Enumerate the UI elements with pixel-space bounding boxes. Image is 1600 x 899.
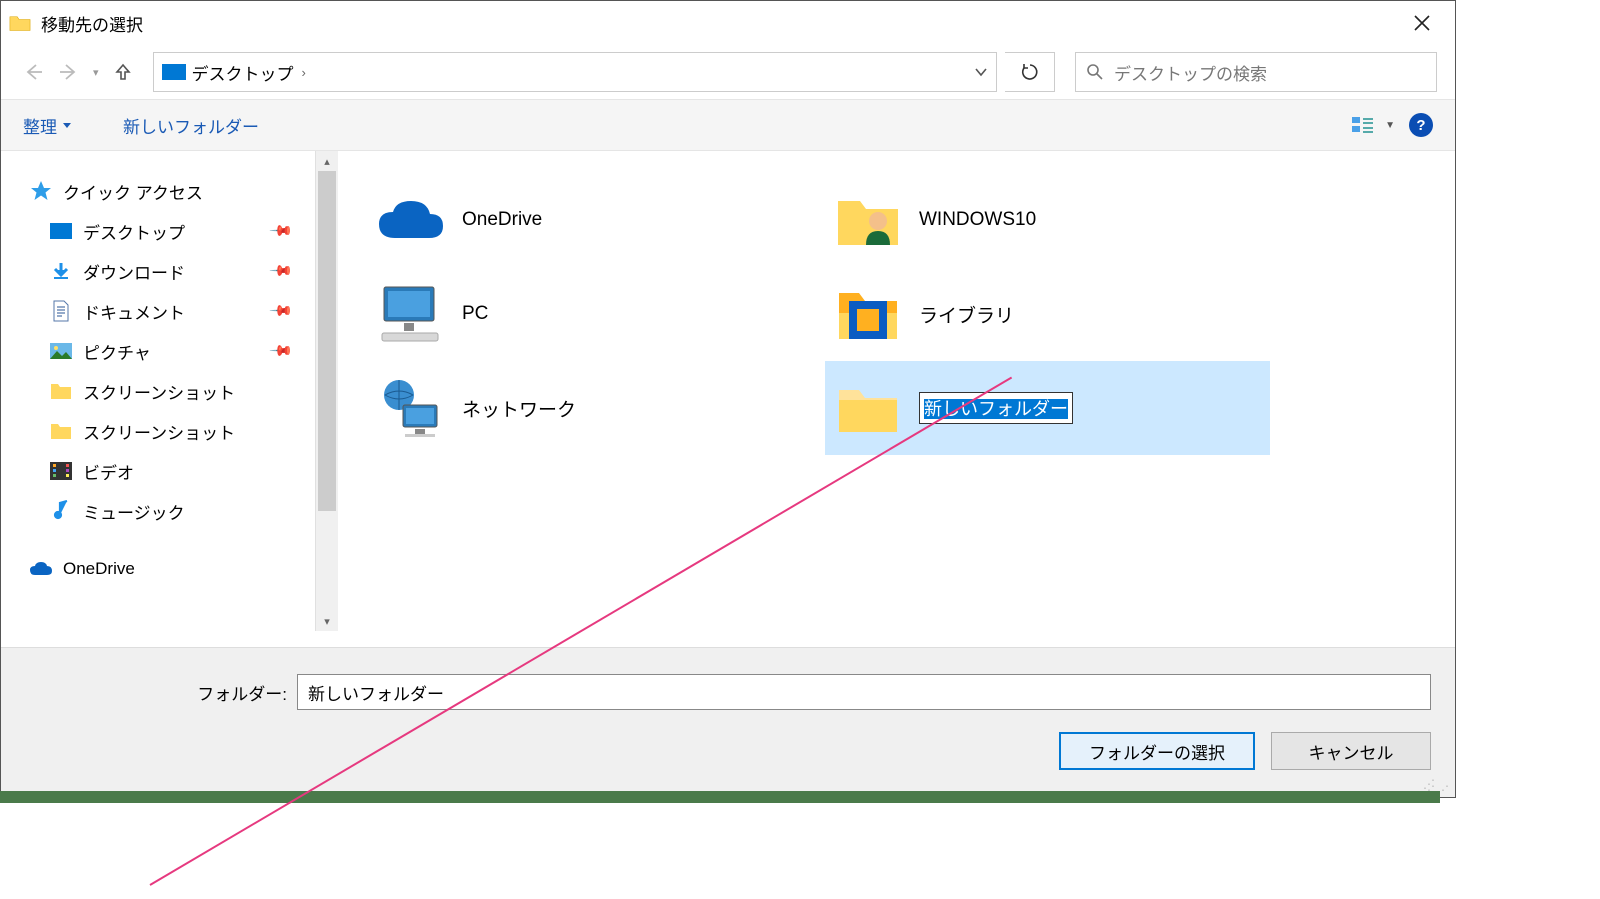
tile-pc[interactable]: PC bbox=[368, 267, 813, 361]
tree-item-screenshots-2[interactable]: スクリーンショット bbox=[29, 411, 309, 451]
network-icon bbox=[374, 376, 448, 440]
organize-button[interactable]: 整理 bbox=[23, 113, 71, 138]
tile-label: WINDOWS10 bbox=[919, 209, 1036, 231]
pictures-icon bbox=[49, 340, 73, 362]
tree-item-downloads[interactable]: ダウンロード 📌 bbox=[29, 251, 309, 291]
tile-onedrive[interactable]: OneDrive bbox=[368, 173, 813, 267]
pc-icon bbox=[374, 282, 448, 346]
folder-name-label: フォルダー: bbox=[25, 680, 297, 705]
pin-icon: 📌 bbox=[269, 298, 295, 324]
tile-user[interactable]: WINDOWS10 bbox=[825, 173, 1270, 267]
tile-label: PC bbox=[462, 303, 488, 325]
music-icon bbox=[49, 500, 73, 522]
up-button[interactable] bbox=[109, 58, 137, 86]
tree-label: ビデオ bbox=[83, 459, 134, 484]
bottom-panel: フォルダー: フォルダーの選択 キャンセル ⋰⋰⋰ bbox=[1, 647, 1455, 797]
close-button[interactable] bbox=[1397, 4, 1447, 42]
address-text: デスクトップ bbox=[192, 60, 294, 85]
chevron-right-icon: › bbox=[302, 65, 306, 80]
tree-item-videos[interactable]: ビデオ bbox=[29, 451, 309, 491]
search-icon bbox=[1086, 63, 1104, 81]
pin-icon: 📌 bbox=[269, 258, 295, 284]
tree-item-music[interactable]: ミュージック bbox=[29, 491, 309, 531]
forward-button[interactable] bbox=[55, 58, 83, 86]
pin-icon: 📌 bbox=[269, 218, 295, 244]
tree-item-documents[interactable]: ドキュメント 📌 bbox=[29, 291, 309, 331]
tree-quick-access[interactable]: クイック アクセス bbox=[29, 171, 309, 211]
tile-label: ライブラリ bbox=[919, 301, 1014, 328]
user-folder-icon bbox=[831, 188, 905, 252]
scroll-down-icon[interactable]: ▾ bbox=[316, 611, 338, 631]
tile-label: OneDrive bbox=[462, 209, 542, 231]
tile-libraries[interactable]: ライブラリ bbox=[825, 267, 1270, 361]
star-icon bbox=[29, 180, 53, 202]
tile-label: ネットワーク bbox=[462, 395, 576, 422]
tile-new-folder[interactable]: 新しいフォルダー bbox=[825, 361, 1270, 455]
tree-label: OneDrive bbox=[63, 559, 135, 579]
back-button[interactable] bbox=[19, 58, 47, 86]
nav-row: ▾ デスクトップ › デスクトップの検索 bbox=[1, 45, 1455, 99]
video-icon bbox=[49, 460, 73, 482]
libraries-icon bbox=[831, 282, 905, 346]
download-icon bbox=[49, 260, 73, 282]
rename-input[interactable]: 新しいフォルダー bbox=[919, 392, 1073, 424]
address-bar[interactable]: デスクトップ › bbox=[153, 52, 997, 92]
onedrive-icon bbox=[29, 558, 53, 580]
new-folder-button[interactable]: 新しいフォルダー bbox=[123, 113, 259, 138]
refresh-button[interactable] bbox=[1005, 52, 1055, 92]
view-options-button[interactable]: ▼ bbox=[1351, 115, 1395, 135]
folder-picker-dialog: 移動先の選択 ▾ デスクトップ › bbox=[0, 0, 1456, 798]
help-button[interactable]: ? bbox=[1409, 113, 1433, 137]
tree-label: デスクトップ bbox=[83, 219, 185, 244]
titlebar: 移動先の選択 bbox=[1, 1, 1455, 45]
tree-label: ピクチャ bbox=[83, 339, 151, 364]
recent-dropdown-icon[interactable]: ▾ bbox=[93, 66, 99, 79]
folder-icon bbox=[49, 380, 73, 402]
pin-icon: 📌 bbox=[269, 338, 295, 364]
annotation-bar bbox=[0, 791, 1440, 803]
address-expand-icon[interactable] bbox=[974, 65, 988, 79]
folder-icon bbox=[9, 14, 31, 32]
search-placeholder: デスクトップの検索 bbox=[1114, 60, 1267, 85]
tree-label: スクリーンショット bbox=[83, 419, 235, 444]
tile-network[interactable]: ネットワーク bbox=[368, 361, 813, 455]
tree-scrollbar[interactable]: ▴ ▾ bbox=[316, 151, 338, 631]
desktop-icon bbox=[49, 220, 73, 242]
folder-icon bbox=[49, 420, 73, 442]
dialog-title: 移動先の選択 bbox=[41, 11, 1397, 36]
tree-item-screenshots-1[interactable]: スクリーンショット bbox=[29, 371, 309, 411]
body: クイック アクセス デスクトップ 📌 ダウンロード 📌 ドキュメント 📌 ピクチ… bbox=[1, 151, 1455, 631]
file-list[interactable]: OneDrive WINDOWS10 PC ライブラリ ネットワーク 新しいフォ… bbox=[338, 151, 1455, 631]
toolbar: 整理 新しいフォルダー ▼ ? bbox=[1, 99, 1455, 151]
search-input[interactable]: デスクトップの検索 bbox=[1075, 52, 1437, 92]
tree-label: ドキュメント bbox=[83, 299, 185, 324]
tree-label: スクリーンショット bbox=[83, 379, 235, 404]
desktop-icon bbox=[162, 64, 186, 80]
scroll-up-icon[interactable]: ▴ bbox=[316, 151, 338, 171]
document-icon bbox=[49, 300, 73, 322]
tree-item-desktop[interactable]: デスクトップ 📌 bbox=[29, 211, 309, 251]
nav-tree: クイック アクセス デスクトップ 📌 ダウンロード 📌 ドキュメント 📌 ピクチ… bbox=[1, 151, 316, 631]
tree-item-pictures[interactable]: ピクチャ 📌 bbox=[29, 331, 309, 371]
tree-onedrive[interactable]: OneDrive bbox=[29, 549, 309, 589]
tree-label: ダウンロード bbox=[83, 259, 185, 284]
folder-icon bbox=[831, 376, 905, 440]
cancel-button[interactable]: キャンセル bbox=[1271, 732, 1431, 770]
tree-label: ミュージック bbox=[83, 499, 185, 524]
select-folder-button[interactable]: フォルダーの選択 bbox=[1059, 732, 1255, 770]
tree-label: クイック アクセス bbox=[63, 179, 203, 204]
onedrive-icon bbox=[374, 188, 448, 252]
folder-name-input[interactable] bbox=[297, 674, 1431, 710]
scroll-thumb[interactable] bbox=[318, 171, 336, 511]
